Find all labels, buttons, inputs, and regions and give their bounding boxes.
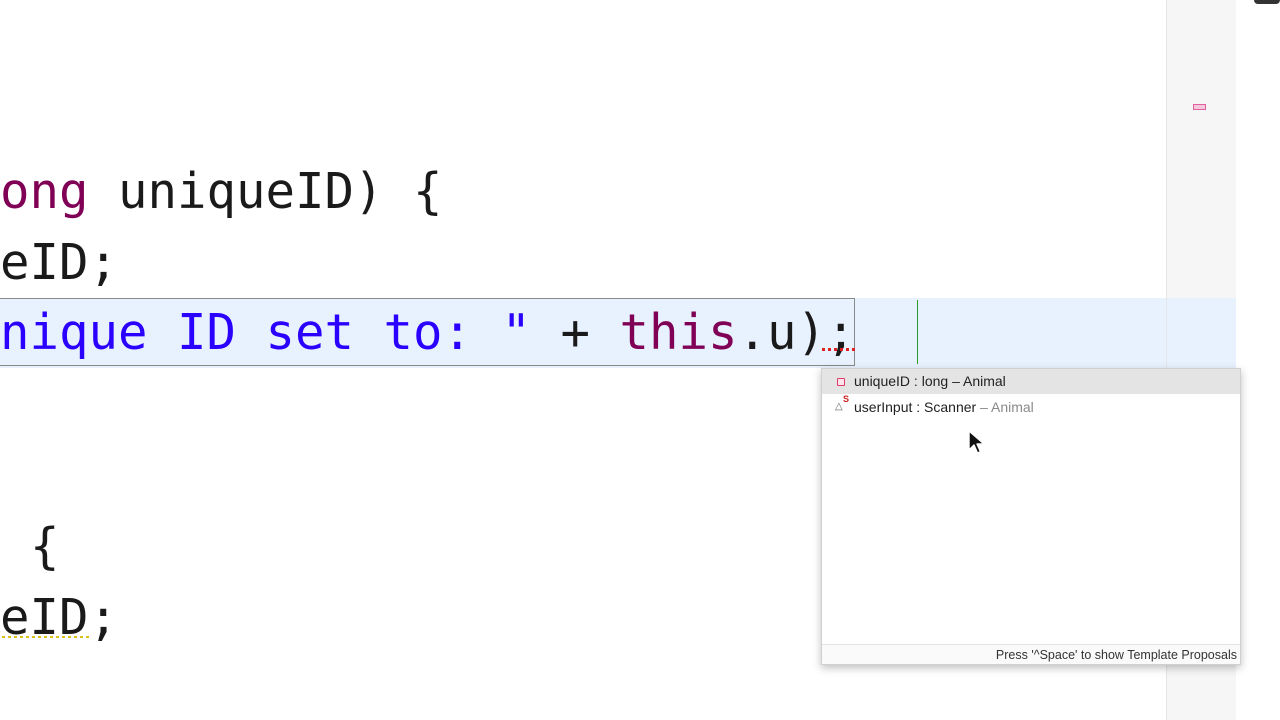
keyword: ong xyxy=(0,163,89,220)
proposal-item[interactable]: uniqueID : long – Animal xyxy=(822,369,1240,394)
proposal-separator: : xyxy=(912,399,925,415)
text-caret xyxy=(917,300,918,364)
proposal-name: userInput xyxy=(854,399,913,415)
content-assist-popup[interactable]: uniqueID : long – Animal △ S userInput : … xyxy=(821,368,1241,665)
mouse-pointer-icon xyxy=(968,430,985,454)
ruler-current-line xyxy=(1167,298,1237,368)
code-line[interactable]: eID; xyxy=(0,228,118,298)
proposal-name: uniqueID xyxy=(854,373,911,389)
proposal-owner: – Animal xyxy=(976,399,1034,415)
popup-status-bar: Press '^Space' to show Template Proposal… xyxy=(822,644,1240,664)
error-squiggle xyxy=(822,348,856,351)
static-field-icon: △ S xyxy=(835,394,850,412)
code-text: uniqueID) { xyxy=(88,163,443,220)
code-line[interactable]: ong uniqueID) { xyxy=(0,157,443,227)
code-text: eID; xyxy=(0,234,119,291)
proposal-type: Scanner xyxy=(924,399,977,415)
proposal-separator: : xyxy=(910,373,922,389)
static-badge: S xyxy=(843,394,850,404)
private-field-icon xyxy=(834,369,848,394)
code-line[interactable]: eID; xyxy=(0,583,118,653)
proposal-type: long xyxy=(921,373,949,389)
proposal-owner: – Animal xyxy=(948,373,1006,389)
proposal-item[interactable]: △ S userInput : Scanner – Animal xyxy=(822,394,1240,420)
window-corner xyxy=(1254,0,1280,4)
code-line[interactable]: { xyxy=(30,512,60,582)
warning-squiggle xyxy=(2,636,92,638)
linked-mode-box xyxy=(0,298,855,366)
code-text: { xyxy=(30,518,60,575)
ruler-annotation-marker[interactable] xyxy=(1193,104,1206,110)
ruler-margin xyxy=(1236,0,1280,720)
